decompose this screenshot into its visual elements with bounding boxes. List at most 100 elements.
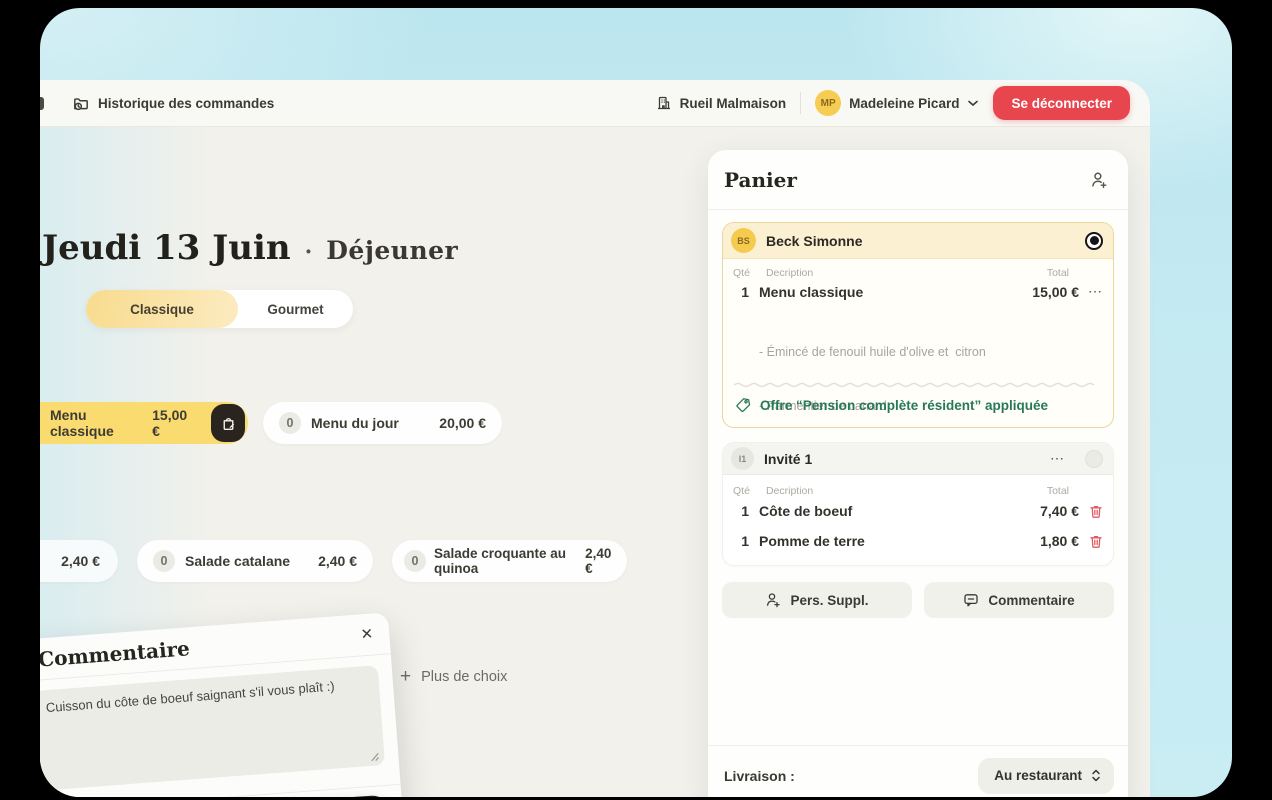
item-name: Côte de boeuf [759, 503, 852, 519]
cart-item-row: 1 Pomme de terre 1,80 € [723, 533, 1113, 549]
resize-grip-icon[interactable] [370, 752, 380, 762]
cart-columns: Qté Decription Total [723, 267, 1113, 279]
meal-title: Déjeuner [326, 236, 458, 265]
menu-item-salade-quinoa[interactable]: 0 Salade croquante au quinoa 2,40 € [392, 540, 627, 582]
app-canvas: Historique des commandes Rueil Malmaison… [40, 8, 1232, 797]
more-choices-label: Plus de choix [421, 669, 507, 685]
divider [800, 92, 801, 114]
guest-header[interactable]: BS Beck Simonne [723, 223, 1113, 259]
menu-item-du-jour[interactable]: 0 Menu du jour 20,00 € [263, 402, 502, 444]
close-icon[interactable]: ✕ [360, 626, 374, 642]
cart-item-row: 1 Côte de boeuf 7,40 € [723, 503, 1113, 519]
location-label: Rueil Malmaison [680, 96, 787, 111]
item-total: 15,00 € [1032, 284, 1079, 300]
cart-panel: Panier BS Beck Simonne Qté Decription To… [708, 150, 1128, 797]
menu-item-price: 15,00 € [152, 407, 193, 439]
cart-item-row: 1 Menu classique 15,00 € ⋯ [723, 283, 1113, 300]
chevron-updown-icon [1090, 768, 1102, 783]
guest-name: Beck Simonne [766, 233, 862, 249]
edit-order-note-button[interactable] [211, 404, 245, 442]
comment-dialog-body: Cuisson du côte de boeuf saignant s'il v… [40, 654, 400, 797]
location-item[interactable]: Rueil Malmaison [656, 95, 787, 111]
comment-dialog: Commentaire ✕ Cuisson du côte de boeuf s… [40, 612, 403, 797]
item-qty: 1 [733, 533, 749, 549]
menu-item-name: Salade catalane [185, 553, 290, 569]
menu-item-price: 2,40 € [585, 546, 615, 576]
delivery-mode-value: Au restaurant [994, 768, 1082, 783]
item-total: 1,80 € [1040, 533, 1079, 549]
menu-item-price: 20,00 € [439, 415, 486, 431]
item-name: Menu classique [759, 284, 863, 300]
menu-item-price: 2,40 € [61, 553, 100, 569]
guest-card-invite-1: I1 Invité 1 ⋯ Qté Decription Total 1 Côt… [722, 442, 1114, 566]
quantity-badge: 0 [153, 550, 175, 572]
guest-more-options[interactable]: ⋯ [1050, 450, 1065, 467]
wavy-divider [734, 381, 1104, 389]
col-total: Total [1047, 485, 1069, 497]
menu-item-salade-catalane[interactable]: 0 Salade catalane 2,40 € [137, 540, 373, 582]
guest-name: Invité 1 [764, 451, 812, 467]
guest-header[interactable]: I1 Invité 1 ⋯ [723, 443, 1113, 475]
offer-row: Offre “Pension complète résident” appliq… [735, 397, 1048, 413]
more-choices-link[interactable]: + Plus de choix [400, 666, 507, 688]
menu-item-classique-selected[interactable]: Menu classique 15,00 € [40, 402, 248, 444]
date-title: Jeudi 13 Juin [42, 228, 291, 268]
add-extra-person-button[interactable]: Pers. Suppl. [722, 582, 912, 618]
folder-history-icon [72, 94, 90, 112]
user-name: Madeleine Picard [849, 96, 959, 111]
delete-item-button[interactable] [1079, 534, 1103, 549]
col-description: Decription [766, 267, 813, 279]
delivery-label: Livraison : [724, 768, 795, 784]
menu-item-name: Menu du jour [311, 415, 399, 431]
quantity-badge: 0 [279, 412, 301, 434]
item-qty: 1 [733, 503, 749, 519]
order-history-link[interactable]: Historique des commandes [72, 94, 274, 112]
person-plus-icon [765, 592, 781, 608]
comment-dialog-title: Commentaire [40, 636, 191, 671]
logout-button[interactable]: Se déconnecter [993, 86, 1130, 120]
comment-textarea[interactable]: Cuisson du côte de boeuf saignant s'il v… [40, 665, 385, 791]
menu-item-name: Salade croquante au quinoa [434, 546, 577, 576]
offer-label: Offre “Pension complète résident” appliq… [760, 398, 1048, 413]
comment-bubble-icon [963, 592, 979, 608]
menu-item-name: Menu classique [50, 407, 142, 439]
item-name: Pomme de terre [759, 533, 865, 549]
col-total: Total [1047, 267, 1069, 279]
guest-radio-unselected[interactable] [1085, 450, 1103, 468]
col-qty: Qté [733, 267, 750, 279]
user-avatar: MP [815, 90, 841, 116]
delete-item-button[interactable] [1079, 504, 1103, 519]
guest-card-beck-simonne: BS Beck Simonne Qté Decription Total 1 M… [722, 222, 1114, 428]
add-extra-person-label: Pers. Suppl. [790, 593, 868, 608]
order-history-label: Historique des commandes [98, 96, 274, 111]
tab-classique[interactable]: Classique [86, 290, 238, 328]
tag-icon [735, 397, 751, 413]
delivery-mode-select[interactable]: Au restaurant [978, 758, 1114, 794]
item-more-options[interactable]: ⋯ [1079, 283, 1103, 300]
plus-icon: + [400, 666, 411, 688]
quantity-badge: 0 [404, 550, 426, 572]
guest-avatar: I1 [731, 447, 754, 470]
detail-line: - Émincé de fenouil huile d'olive et cit… [759, 343, 986, 361]
cart-comment-label: Commentaire [988, 593, 1074, 608]
add-comment-button[interactable]: Ajouter le commentaire [204, 795, 392, 797]
tab-gourmet[interactable]: Gourmet [238, 302, 353, 317]
add-person-icon[interactable] [1090, 171, 1108, 189]
cart-actions: Pers. Suppl. Commentaire [722, 582, 1114, 618]
guest-radio-selected[interactable] [1085, 232, 1103, 250]
guest-avatar: BS [731, 228, 756, 253]
title-separator: · [305, 239, 313, 265]
building-icon [656, 95, 672, 111]
col-description: Decription [766, 485, 813, 497]
comment-text: Cuisson du côte de boeuf saignant s'il v… [45, 678, 335, 715]
user-menu[interactable]: MP Madeleine Picard [815, 90, 979, 116]
menu-type-tabs: Classique Gourmet [86, 290, 353, 328]
top-bar-right: Rueil Malmaison MP Madeleine Picard Se d… [656, 86, 1130, 120]
clipped-edge-fragment [40, 97, 44, 110]
item-qty: 1 [733, 284, 749, 300]
cart-comment-button[interactable]: Commentaire [924, 582, 1114, 618]
menu-item-price: 2,40 € [318, 553, 357, 569]
menu-item-cut[interactable]: 2,40 € [40, 540, 118, 582]
col-qty: Qté [733, 485, 750, 497]
cart-header: Panier [708, 150, 1128, 210]
